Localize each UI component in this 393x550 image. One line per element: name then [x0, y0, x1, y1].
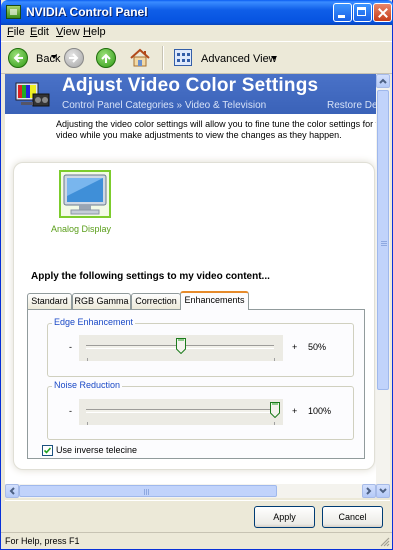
- tab-correction[interactable]: Correction: [131, 293, 181, 309]
- advanced-view-label[interactable]: Advanced View: [201, 53, 277, 65]
- title-bar[interactable]: NVIDIA Control Panel: [1, 0, 393, 25]
- slider-tick: [87, 422, 88, 425]
- scroll-left-button[interactable]: [5, 484, 19, 498]
- edge-enhancement-slider-thumb[interactable]: [176, 338, 186, 354]
- maximize-button[interactable]: [353, 3, 372, 22]
- vertical-scrollbar[interactable]: [376, 74, 390, 484]
- page-header: Adjust Video Color Settings Control Pane…: [5, 74, 390, 114]
- video-color-icon: [15, 82, 50, 107]
- home-icon[interactable]: [129, 47, 151, 69]
- forward-arrow-icon[interactable]: [64, 48, 84, 68]
- scroll-down-button[interactable]: [376, 484, 390, 498]
- view-grid-icon[interactable]: [174, 49, 192, 66]
- noise-reduction-label: Noise Reduction: [52, 380, 123, 390]
- edge-enhancement-slider[interactable]: [79, 335, 283, 361]
- toolbar: Back Advanced View: [1, 41, 392, 74]
- scroll-up-button[interactable]: [376, 74, 390, 88]
- view-dropdown-icon[interactable]: [271, 56, 277, 60]
- inverse-telecine-checkbox[interactable]: [42, 445, 53, 456]
- horizontal-scroll-thumb[interactable]: [19, 485, 277, 497]
- slider-track: [86, 409, 274, 413]
- close-button[interactable]: [373, 3, 392, 22]
- status-text: For Help, press F1: [5, 536, 80, 546]
- noise-reduction-minus: -: [69, 406, 72, 416]
- scroll-right-button[interactable]: [362, 484, 376, 498]
- menu-file[interactable]: File: [7, 26, 25, 38]
- slider-tick: [274, 358, 275, 361]
- restore-defaults-link[interactable]: Restore De: [327, 100, 378, 111]
- menu-help[interactable]: Help: [83, 26, 106, 38]
- menu-view[interactable]: View: [56, 26, 80, 38]
- footer-divider: [5, 500, 390, 501]
- noise-reduction-value: 100%: [308, 406, 332, 416]
- nvidia-control-panel-window: NVIDIA Control Panel File Edit View Help…: [0, 0, 393, 550]
- page-description: Adjusting the video color settings will …: [56, 119, 390, 140]
- slider-tick: [274, 422, 275, 425]
- analog-display-icon[interactable]: [59, 170, 111, 218]
- page-title: Adjust Video Color Settings: [62, 75, 319, 96]
- menu-bar: File Edit View Help: [1, 25, 392, 40]
- tab-rgb-gamma[interactable]: RGB Gamma: [72, 293, 131, 309]
- status-bar: For Help, press F1: [1, 532, 392, 549]
- inverse-telecine-label[interactable]: Use inverse telecine: [56, 445, 137, 455]
- menu-edit[interactable]: Edit: [30, 26, 49, 38]
- vertical-scroll-thumb[interactable]: [377, 90, 389, 390]
- minimize-button[interactable]: [333, 3, 352, 22]
- edge-enhancement-value: 50%: [308, 342, 327, 352]
- cancel-button[interactable]: Cancel: [322, 506, 383, 528]
- display-label: Analog Display: [51, 224, 112, 234]
- back-arrow-icon[interactable]: [8, 48, 28, 68]
- up-arrow-icon[interactable]: [96, 48, 116, 68]
- resize-grip-icon[interactable]: [379, 536, 390, 547]
- noise-reduction-slider[interactable]: [79, 399, 283, 425]
- content-pane: Adjust Video Color Settings Control Pane…: [5, 74, 390, 484]
- window-title: NVIDIA Control Panel: [26, 5, 148, 19]
- edge-enhancement-minus: -: [69, 342, 72, 352]
- horizontal-scrollbar[interactable]: [5, 484, 376, 498]
- back-dropdown-icon[interactable]: [51, 55, 57, 59]
- apply-button[interactable]: Apply: [254, 506, 315, 528]
- apply-settings-heading: Apply the following settings to my video…: [31, 271, 270, 282]
- toolbar-separator: [162, 46, 164, 70]
- noise-reduction-plus: +: [292, 406, 298, 416]
- slider-tick: [87, 358, 88, 361]
- tab-standard[interactable]: Standard: [27, 293, 72, 309]
- edge-enhancement-plus: +: [292, 342, 298, 352]
- app-icon: [6, 5, 21, 19]
- breadcrumb[interactable]: Control Panel Categories » Video & Telev…: [62, 100, 266, 111]
- noise-reduction-slider-thumb[interactable]: [270, 402, 280, 418]
- edge-enhancement-label: Edge Enhancement: [52, 317, 136, 327]
- tab-enhancements[interactable]: Enhancements: [180, 291, 249, 310]
